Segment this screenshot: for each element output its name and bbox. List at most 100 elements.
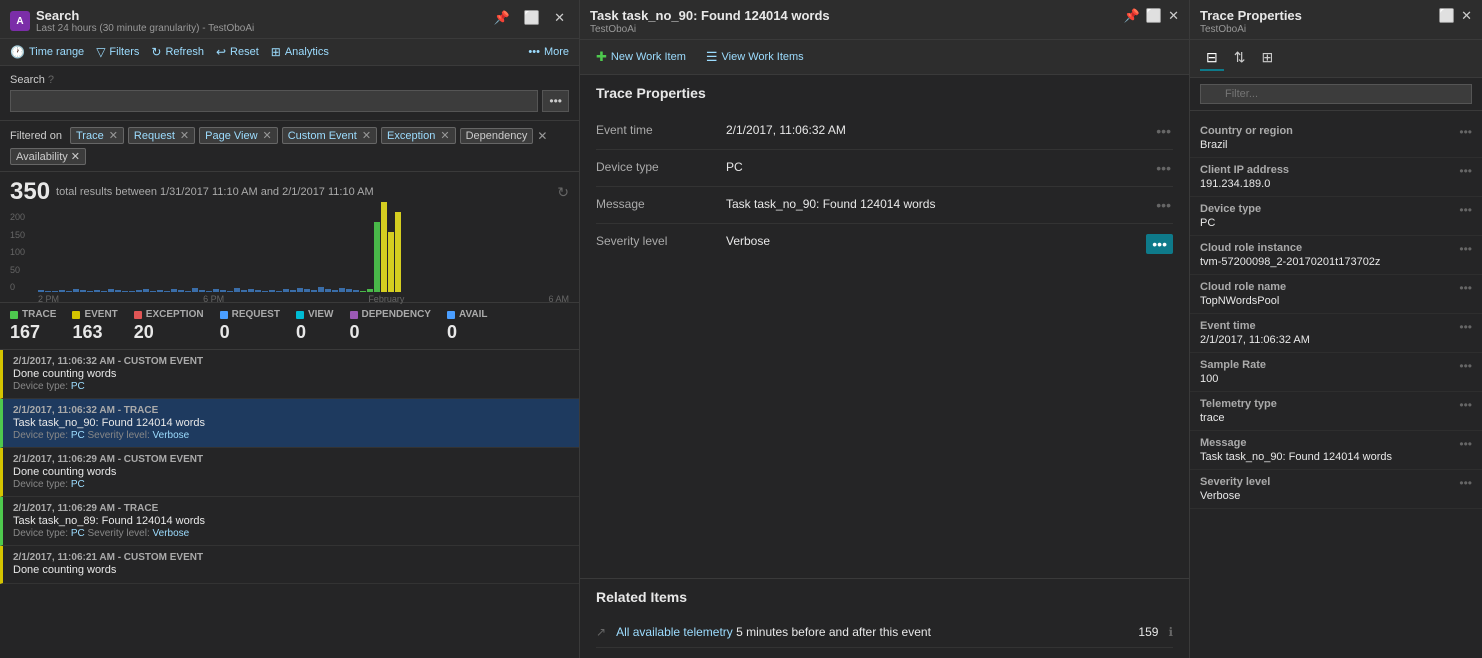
remove-avail-filter[interactable]: ✕ xyxy=(71,150,80,163)
right-prop-more-eventtime[interactable]: ••• xyxy=(1459,320,1472,334)
right-prop-more-telemetrytype[interactable]: ••• xyxy=(1459,398,1472,412)
right-prop-more-severity[interactable]: ••• xyxy=(1459,476,1472,490)
right-title: Trace Properties xyxy=(1200,8,1302,23)
filters-button[interactable]: ▽ Filters xyxy=(96,45,139,59)
right-props-list: Country or region Brazil ••• Client IP a… xyxy=(1190,111,1482,658)
view-work-items-button[interactable]: ☰ View Work Items xyxy=(700,46,810,68)
summary-request[interactable]: REQUEST 0 xyxy=(220,309,280,343)
right-close-button[interactable]: ✕ xyxy=(1461,8,1472,24)
right-view-tabs: ⊟ ⇅ ⊞ xyxy=(1190,40,1482,78)
reset-icon: ↩ xyxy=(216,45,226,59)
prop-more-eventtime[interactable]: ••• xyxy=(1154,123,1173,139)
summary-row: TRACE 167 EVENT 163 EXCEPTION 20 REQUEST… xyxy=(0,302,579,350)
related-row-1[interactable]: ↗ All available telemetry 5 minutes befo… xyxy=(596,617,1173,648)
right-prop-more-message[interactable]: ••• xyxy=(1459,437,1472,451)
new-work-item-button[interactable]: ✚ New Work Item xyxy=(590,46,692,68)
more-button[interactable]: ••• More xyxy=(528,46,569,58)
middle-close-button[interactable]: ✕ xyxy=(1168,8,1179,24)
dependency-count: 0 xyxy=(350,322,431,343)
right-prop-value-eventtime: 2/1/2017, 11:06:32 AM xyxy=(1200,334,1310,346)
right-prop-cloudrole: Cloud role instance tvm-57200098_2-20170… xyxy=(1190,236,1482,275)
summary-view[interactable]: VIEW 0 xyxy=(296,309,334,343)
remove-all-filters-btn[interactable]: ✕ xyxy=(537,129,547,143)
middle-panel: Task task_no_90: Found 124014 words Test… xyxy=(580,0,1190,658)
filter-tag-customevent[interactable]: Custom Event✕ xyxy=(282,127,377,144)
prop-more-severity-active[interactable]: ••• xyxy=(1146,234,1173,254)
chart-bar-48 xyxy=(374,222,380,292)
right-title-area: Trace Properties TestOboAi xyxy=(1200,8,1302,35)
refresh-results-icon[interactable]: ↻ xyxy=(557,184,569,201)
filter-tag-availability[interactable]: Availability✕ xyxy=(10,148,86,165)
summary-exception[interactable]: EXCEPTION 20 xyxy=(134,309,204,343)
time-range-button[interactable]: 🕐 Time range xyxy=(10,45,84,59)
chart-bar-50 xyxy=(388,232,394,292)
search-input[interactable] xyxy=(10,90,538,112)
right-prop-more-cloudrole[interactable]: ••• xyxy=(1459,242,1472,256)
view-tab-sort[interactable]: ⇅ xyxy=(1228,46,1252,71)
event-message-3: Done counting words xyxy=(13,466,569,478)
middle-pin-button[interactable]: 📌 xyxy=(1124,8,1140,24)
event-item-1[interactable]: 2/1/2017, 11:06:32 AM - CUSTOM EVENT Don… xyxy=(0,350,579,399)
right-prop-more-samplerate[interactable]: ••• xyxy=(1459,359,1472,373)
event-meta-2: Device type: PC Severity level: Verbose xyxy=(13,430,569,441)
chart-bar-21 xyxy=(185,291,191,292)
filter-tag-request[interactable]: Request✕ xyxy=(128,127,195,144)
left-panel: A Search Last 24 hours (30 minute granul… xyxy=(0,0,580,658)
right-prop-more-cloudrolename[interactable]: ••• xyxy=(1459,281,1472,295)
analytics-button[interactable]: ⊞ Analytics xyxy=(271,45,329,59)
summary-trace[interactable]: TRACE 167 xyxy=(10,309,56,343)
right-prop-message: Message Task task_no_90: Found 124014 wo… xyxy=(1190,431,1482,470)
prop-more-devicetype[interactable]: ••• xyxy=(1154,160,1173,176)
right-prop-name-cloudrolename: Cloud role name xyxy=(1200,281,1286,293)
filter-tag-exception[interactable]: Exception✕ xyxy=(381,127,456,144)
remove-request-filter[interactable]: ✕ xyxy=(180,129,189,142)
search-options-button[interactable]: ••• xyxy=(542,90,569,112)
prop-more-message[interactable]: ••• xyxy=(1154,197,1173,213)
remove-pageview-filter[interactable]: ✕ xyxy=(263,129,272,142)
close-button[interactable]: ✕ xyxy=(550,8,569,28)
right-prop-name-eventtime: Event time xyxy=(1200,320,1310,332)
request-dot xyxy=(220,311,228,319)
view-tab-properties[interactable]: ⊟ xyxy=(1200,46,1224,71)
remove-customevent-filter[interactable]: ✕ xyxy=(362,129,371,142)
filter-input-wrapper: 🔍 xyxy=(1200,84,1472,104)
middle-maximize-button[interactable]: ⬜ xyxy=(1146,8,1162,24)
analytics-icon: ⊞ xyxy=(271,45,281,59)
chart-bar-33 xyxy=(269,290,275,292)
prop-label-devicetype: Device type xyxy=(596,160,716,174)
right-prop-severity: Severity level Verbose ••• xyxy=(1190,470,1482,509)
right-prop-name-clientip: Client IP address xyxy=(1200,164,1289,176)
pin-button[interactable]: 📌 xyxy=(490,8,514,28)
right-prop-value-devicetype: PC xyxy=(1200,217,1261,229)
right-maximize-button[interactable]: ⬜ xyxy=(1439,8,1455,24)
reset-button[interactable]: ↩ Reset xyxy=(216,45,259,59)
right-prop-country: Country or region Brazil ••• xyxy=(1190,119,1482,158)
remove-trace-filter[interactable]: ✕ xyxy=(109,129,118,142)
filter-input[interactable] xyxy=(1200,84,1472,104)
right-prop-more-country[interactable]: ••• xyxy=(1459,125,1472,139)
prop-actions-message: ••• xyxy=(1154,197,1173,213)
event-item-5[interactable]: 2/1/2017, 11:06:21 AM - CUSTOM EVENT Don… xyxy=(0,546,579,584)
filter-tags: Filtered on Trace✕ Request✕ Page View✕ C… xyxy=(0,121,579,172)
maximize-button[interactable]: ⬜ xyxy=(520,8,544,28)
results-count: 350 xyxy=(10,178,50,206)
right-prop-more-devicetype[interactable]: ••• xyxy=(1459,203,1472,217)
chart-bar-38 xyxy=(304,289,310,292)
summary-avail[interactable]: AVAIL 0 xyxy=(447,309,488,343)
event-item-2[interactable]: 2/1/2017, 11:06:32 AM - TRACE Task task_… xyxy=(0,399,579,448)
summary-dependency[interactable]: DEPENDENCY 0 xyxy=(350,309,431,343)
right-prop-clientip: Client IP address 191.234.189.0 ••• xyxy=(1190,158,1482,197)
refresh-button[interactable]: ↻ Refresh xyxy=(151,45,204,59)
events-list: 2/1/2017, 11:06:32 AM - CUSTOM EVENT Don… xyxy=(0,350,579,658)
filter-tag-trace[interactable]: Trace✕ xyxy=(70,127,124,144)
middle-header: Task task_no_90: Found 124014 words Test… xyxy=(580,0,1189,40)
more-dots-icon: ••• xyxy=(528,46,540,58)
related-items-section: Related Items ↗ All available telemetry … xyxy=(580,578,1189,658)
right-prop-more-clientip[interactable]: ••• xyxy=(1459,164,1472,178)
remove-exception-filter[interactable]: ✕ xyxy=(440,129,449,142)
summary-event[interactable]: EVENT 163 xyxy=(72,309,117,343)
event-item-4[interactable]: 2/1/2017, 11:06:29 AM - TRACE Task task_… xyxy=(0,497,579,546)
view-tab-grid[interactable]: ⊞ xyxy=(1255,46,1279,71)
filter-tag-pageview[interactable]: Page View✕ xyxy=(199,127,278,144)
event-item-3[interactable]: 2/1/2017, 11:06:29 AM - CUSTOM EVENT Don… xyxy=(0,448,579,497)
